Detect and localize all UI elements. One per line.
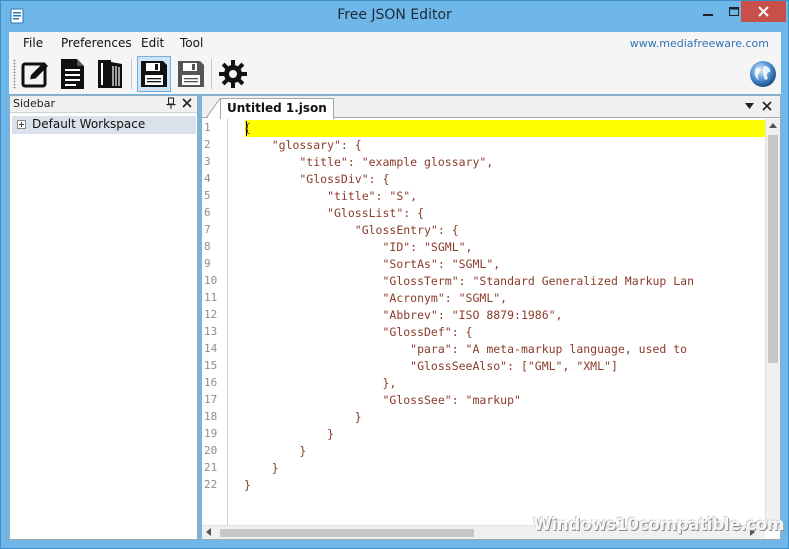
toolbar: [9, 54, 781, 94]
code-line: }: [244, 478, 251, 492]
editor-panel: Untitled 1.json 1 2 3 4 5 6 7 8 9 10 11 12 13 14 15 16 1…: [201, 95, 781, 540]
tab-untitled-1[interactable]: Untitled 1.json: [220, 98, 334, 119]
code-line: "GlossList": {: [244, 206, 425, 220]
code-line: "GlossSeeAlso": ["GML", "XML"]: [244, 359, 618, 373]
save-as-button[interactable]: [174, 56, 208, 92]
line-number: 10: [204, 274, 218, 287]
app-window: Free JSON Editor File Preferences Edit T…: [0, 0, 789, 549]
new-edit-button[interactable]: [19, 56, 53, 92]
code-line: }: [244, 444, 307, 458]
chevron-down-icon[interactable]: [745, 103, 754, 109]
minimize-icon: [703, 13, 713, 16]
sidebar-title: Sidebar: [13, 97, 56, 110]
code-line: "title": "example glossary",: [244, 155, 494, 169]
sidebar-header: Sidebar: [10, 96, 197, 113]
toolbar-separator: [211, 59, 212, 89]
book-icon: [98, 60, 122, 88]
line-number: 2: [204, 138, 211, 151]
line-number: 1: [204, 121, 211, 134]
menu-bar: File Preferences Edit Tool www.mediafree…: [9, 32, 781, 54]
code-line: "Acronym": "SGML",: [244, 291, 508, 305]
pin-icon[interactable]: [166, 97, 176, 109]
toolbar-grip[interactable]: [13, 59, 16, 89]
maximize-icon: [729, 6, 739, 16]
code-line: }: [244, 461, 279, 475]
line-number: 4: [204, 172, 211, 185]
code-line: }: [244, 427, 335, 441]
save-button[interactable]: [137, 56, 171, 92]
line-number: 9: [204, 257, 211, 270]
line-number: 14: [204, 342, 218, 355]
code-line: "SortAs": "SGML",: [244, 257, 501, 271]
save-as-icon: [178, 61, 204, 87]
toolbar-separator: [131, 59, 132, 89]
settings-icon: [219, 60, 247, 88]
line-number: 7: [204, 223, 211, 236]
line-number-gutter: 1 2 3 4 5 6 7 8 9 10 11 12 13 14 15 16 17 18 19 20 21 22: [202, 119, 228, 525]
edit-icon: [21, 62, 48, 88]
vertical-scroll-thumb[interactable]: [768, 135, 778, 363]
code-line: "Abbrev": "ISO 8879:1986",: [244, 308, 563, 322]
line-number: 13: [204, 325, 218, 338]
code-line: "title": "S",: [244, 189, 418, 203]
title-bar[interactable]: Free JSON Editor: [1, 1, 788, 31]
code-line: "ID": "SGML",: [244, 240, 473, 254]
watermark: Windows10compatible.com: [533, 515, 785, 535]
line-number: 5: [204, 189, 211, 202]
scroll-up-icon[interactable]: [769, 123, 777, 128]
code-line: "GlossTerm": "Standard Generalized Marku…: [244, 274, 695, 288]
line-number: 20: [204, 444, 218, 457]
document-icon: [61, 59, 84, 89]
code-editor[interactable]: 1 2 3 4 5 6 7 8 9 10 11 12 13 14 15 16 17 18 19 20 21 22 { "g…: [202, 119, 765, 525]
window-title: Free JSON Editor: [337, 7, 452, 23]
line-number: 6: [204, 206, 211, 219]
horizontal-scroll-thumb[interactable]: [220, 529, 474, 537]
code-line: "GlossEntry": {: [244, 223, 459, 237]
code-line: },: [244, 376, 397, 390]
code-line: "GlossSee": "markup": [244, 393, 521, 407]
line-number: 11: [204, 291, 218, 304]
line-number: 3: [204, 155, 211, 168]
code-line: {: [244, 121, 251, 135]
sidebar-item-label: Default Workspace: [32, 117, 146, 131]
website-link[interactable]: www.mediafreeware.com: [630, 37, 769, 50]
scroll-left-icon[interactable]: [206, 528, 211, 536]
minimize-button[interactable]: [695, 1, 721, 22]
line-number: 8: [204, 240, 211, 253]
workspace-button[interactable]: [93, 56, 127, 92]
current-line-highlight: [245, 120, 765, 137]
code-line: "glossary": {: [244, 138, 362, 152]
vertical-scrollbar[interactable]: [765, 119, 780, 525]
open-document-button[interactable]: [55, 56, 89, 92]
line-number: 17: [204, 393, 218, 406]
close-icon[interactable]: [182, 98, 192, 108]
code-line: "GlossDef": {: [244, 325, 473, 339]
close-icon: [758, 6, 769, 17]
close-button[interactable]: [741, 1, 786, 22]
close-tab-icon[interactable]: [762, 101, 772, 111]
globe-icon[interactable]: [749, 60, 777, 88]
line-number: 22: [204, 478, 218, 491]
line-number: 19: [204, 427, 218, 440]
sidebar-panel: Sidebar Default Workspace: [9, 95, 198, 540]
settings-button[interactable]: [216, 56, 250, 92]
line-number: 15: [204, 359, 218, 372]
line-number: 16: [204, 376, 218, 389]
menu-preferences[interactable]: Preferences: [61, 36, 132, 50]
menu-file[interactable]: File: [23, 36, 43, 50]
menu-tool[interactable]: Tool: [180, 36, 203, 50]
save-icon: [141, 61, 167, 87]
line-number: 21: [204, 461, 218, 474]
line-number: 12: [204, 308, 218, 321]
menu-edit[interactable]: Edit: [141, 36, 164, 50]
code-line: }: [244, 410, 362, 424]
expand-icon[interactable]: [17, 120, 26, 129]
sidebar-item-default-workspace[interactable]: Default Workspace: [12, 116, 196, 134]
line-number: 18: [204, 410, 218, 423]
code-line: "para": "A meta-markup language, used to: [244, 342, 688, 356]
tab-bar: Untitled 1.json: [202, 96, 780, 119]
code-line: "GlossDiv": {: [244, 172, 390, 186]
